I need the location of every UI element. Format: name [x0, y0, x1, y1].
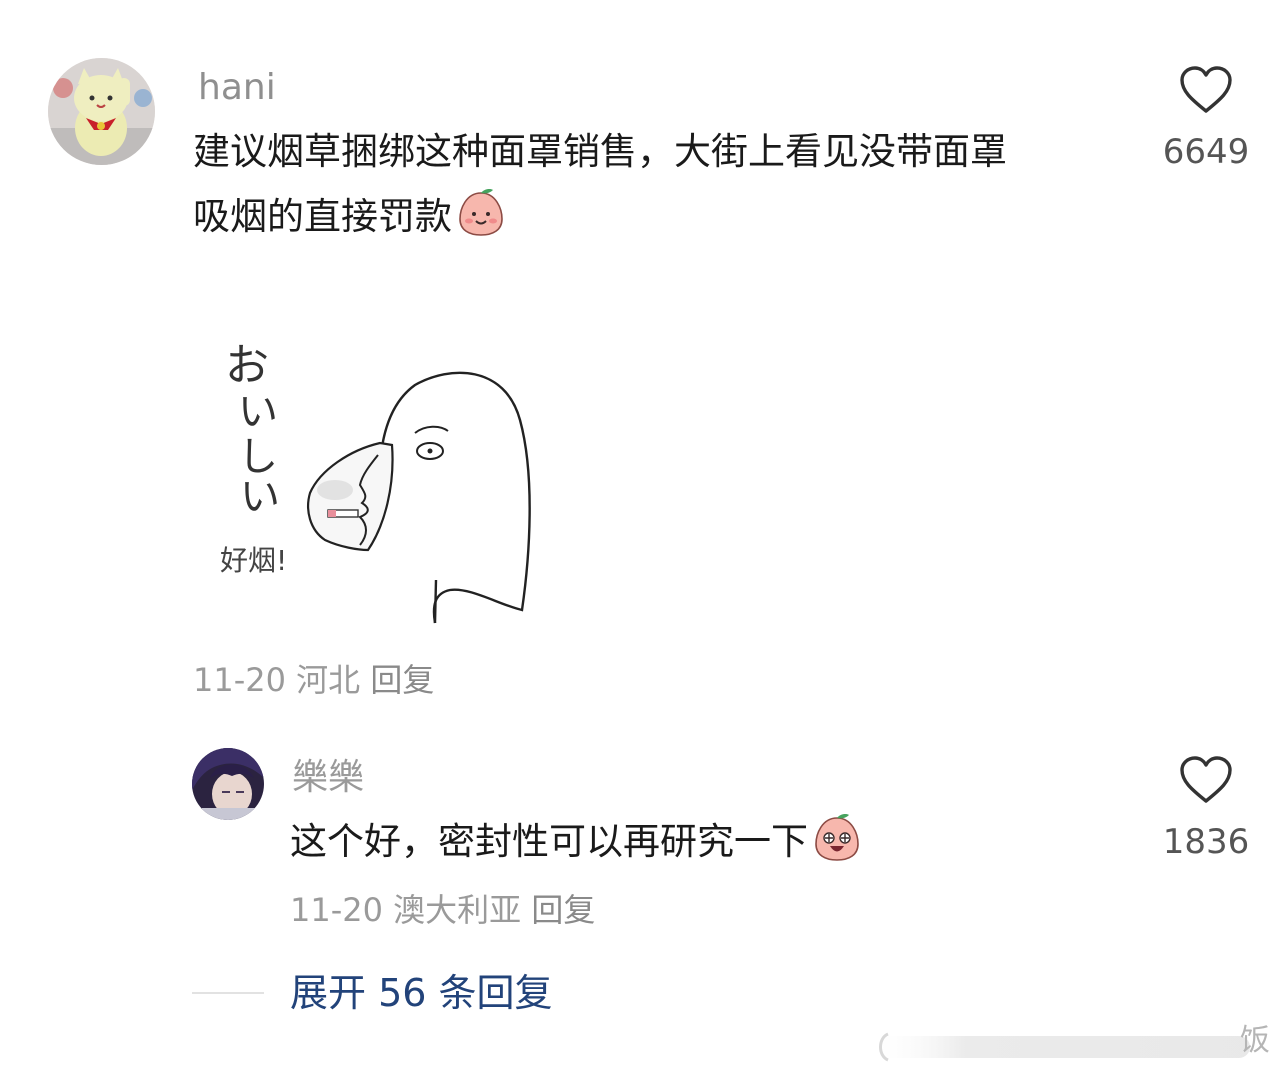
sticker-caption-cn: 好烟! [220, 544, 287, 577]
sticker-caption-jp-char-1: お [225, 340, 269, 391]
peach-smile-emoji-icon [459, 189, 503, 236]
comment-reply-button[interactable]: 回复 [370, 661, 434, 699]
reply-avatar[interactable] [192, 748, 264, 820]
expand-divider [192, 992, 264, 994]
sticker-caption-jp-char-4: い [240, 474, 280, 520]
comment-meta: 11-20 河北 回复 [193, 660, 434, 700]
reply-location: 澳大利亚 [393, 891, 522, 929]
peach-starry-eyes-emoji-icon [815, 814, 859, 861]
comment-username[interactable]: hani [198, 66, 276, 110]
comment-date: 11-20 [193, 661, 286, 699]
anime-boy-avatar-icon [192, 748, 264, 820]
smoking-mask-sticker[interactable]: お い し い 好烟! [210, 325, 540, 630]
reply-date: 11-20 [290, 891, 383, 929]
heart-outline-icon[interactable] [1179, 65, 1233, 115]
watermark-text: 饭 [1240, 1023, 1270, 1058]
comment-text-line-2: 吸烟的直接罚款 [193, 195, 452, 238]
avatar[interactable] [48, 58, 155, 165]
reply-heart-outline-icon[interactable] [1179, 755, 1233, 805]
comment-location: 河北 [296, 661, 361, 699]
comment-text-line-2-wrap: 吸烟的直接罚款 [193, 185, 506, 249]
lucky-cat-avatar-icon [48, 58, 155, 165]
watermark-bar [870, 1032, 1250, 1062]
sticker-caption-jp-char-2: い [238, 389, 278, 435]
reply-text-wrap: 这个好，密封性可以再研究一下 [290, 810, 862, 874]
reply-meta: 11-20 澳大利亚 回复 [290, 890, 595, 930]
watermark: 饭 [870, 1018, 1284, 1071]
sticker-drawing: お い し い 好烟! [210, 325, 540, 630]
reply-username[interactable]: 樂樂 [292, 756, 364, 800]
reply-reply-button[interactable]: 回复 [531, 891, 595, 929]
comment-text-line-1: 建议烟草捆绑这种面罩销售，大街上看见没带面罩 [193, 130, 1007, 173]
expand-replies-button[interactable]: 展开 56 条回复 [290, 970, 553, 1016]
reply-like-count: 1836 [1162, 822, 1250, 862]
reply-text: 这个好，密封性可以再研究一下 [290, 820, 808, 863]
comment-like-count: 6649 [1162, 132, 1250, 172]
